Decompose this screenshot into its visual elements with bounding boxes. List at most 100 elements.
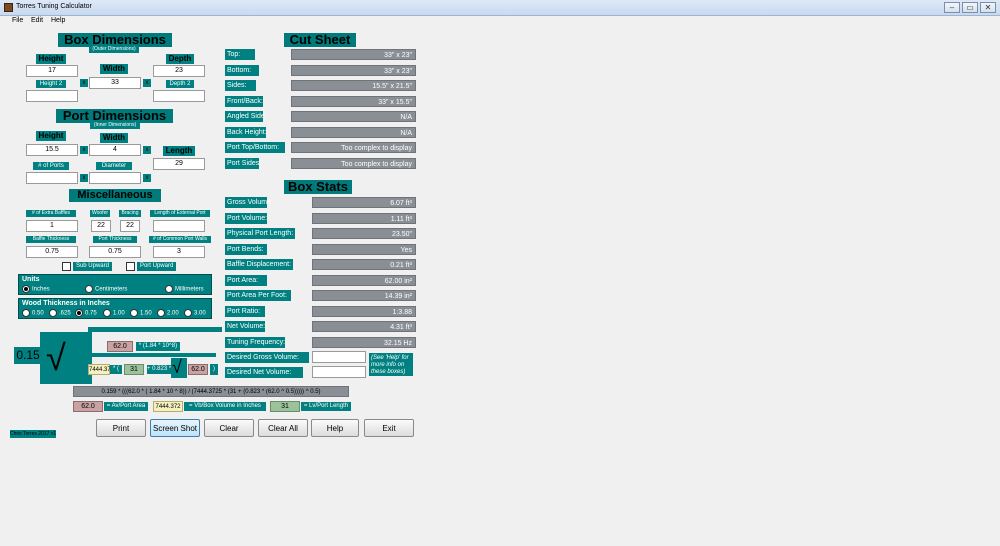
- port-thickness-input[interactable]: 0.75: [89, 246, 141, 258]
- menu-help[interactable]: Help: [51, 17, 65, 24]
- wood-300-radio[interactable]: 3.00: [184, 309, 206, 317]
- common-walls-input[interactable]: 3: [153, 246, 205, 258]
- times-icon: x: [143, 79, 151, 87]
- legend-port-length-value: 31: [270, 401, 300, 412]
- radio-icon[interactable]: [22, 285, 30, 293]
- wood-150-radio[interactable]: 1.50: [130, 309, 152, 317]
- clear-all-button[interactable]: Clear All: [258, 419, 308, 437]
- box-dimensions-subtitle: (Outer Dimensions): [89, 46, 139, 53]
- desired-net-input[interactable]: [312, 366, 366, 378]
- radio-icon[interactable]: [130, 309, 138, 317]
- bracing-input[interactable]: 22: [120, 220, 140, 232]
- radio-icon[interactable]: [184, 309, 192, 317]
- formula-fraction-bar: [92, 353, 216, 357]
- cut-sheet-label: Front/Back:: [225, 95, 263, 107]
- desired-gross-input[interactable]: [312, 351, 366, 363]
- radio-icon[interactable]: [157, 309, 165, 317]
- screenshot-button[interactable]: Screen Shot: [150, 419, 200, 437]
- legend-port-length-text: = Lv/Port Length: [301, 402, 351, 411]
- box-stats-value: 62.00 in²: [312, 274, 416, 286]
- port-height-input[interactable]: 15.5: [26, 144, 78, 156]
- port-upward-checkbox[interactable]: Port Upward: [126, 262, 177, 271]
- menu-edit[interactable]: Edit: [31, 17, 43, 24]
- close-button[interactable]: ✕: [980, 2, 996, 13]
- cut-sheet-value: 33" x 23": [291, 49, 416, 60]
- bracing-label: Bracing: [119, 210, 141, 217]
- wood-100-radio[interactable]: 1.00: [103, 309, 125, 317]
- exit-button[interactable]: Exit: [364, 419, 414, 437]
- ext-port-input[interactable]: [153, 220, 205, 232]
- baffle-thickness-input[interactable]: 0.75: [26, 246, 78, 258]
- port-length-label: Length: [163, 146, 195, 156]
- box-height2-input[interactable]: [26, 90, 78, 102]
- legend-box-volume-text: = Vb/Box Volume in Inches: [184, 402, 266, 411]
- print-button[interactable]: Print: [96, 419, 146, 437]
- minimize-button[interactable]: –: [944, 2, 960, 13]
- legend-port-area-value: 62.0: [73, 401, 103, 412]
- help-button[interactable]: Help: [311, 419, 359, 437]
- box-stats-label: Port Ratio:: [225, 305, 265, 317]
- formula-bar: [88, 327, 222, 332]
- box-height-input[interactable]: 17: [26, 65, 78, 77]
- radio-icon[interactable]: [85, 285, 93, 293]
- cut-sheet-label: Top:: [225, 49, 255, 60]
- box-stats-value: 14.39 in²: [312, 290, 416, 301]
- cut-sheet-value: Too complex to display: [291, 157, 416, 169]
- footer-credit: Chris Torres 2017 v1.1: [10, 430, 56, 438]
- port-length-input[interactable]: 29: [153, 158, 205, 170]
- checkbox-icon[interactable]: [62, 262, 71, 271]
- formula-paren: * (: [110, 365, 122, 374]
- radio-icon[interactable]: [103, 309, 111, 317]
- ext-port-label: Length of External Port: [150, 210, 210, 217]
- cut-sheet-label: Sides:: [225, 80, 256, 91]
- box-stats-label: Port Volume:: [225, 212, 268, 224]
- box-stats-value: 6.07 ft³: [312, 197, 416, 208]
- help-note: (See 'Help' for more info on these boxes…: [369, 353, 413, 376]
- box-depth2-input[interactable]: [153, 90, 205, 102]
- times-icon: x: [80, 146, 88, 154]
- clear-button[interactable]: Clear: [204, 419, 254, 437]
- formula-close-paren: ): [210, 364, 218, 375]
- port-dimensions-subtitle: (Inner Dimensions): [90, 122, 140, 129]
- units-millimeters-radio[interactable]: Millimeters: [165, 285, 204, 293]
- box-stats-title: Box Stats: [284, 180, 352, 194]
- checkbox-icon[interactable]: [126, 262, 135, 271]
- formula-coefficient: 0.15: [14, 347, 42, 364]
- radio-icon[interactable]: [165, 285, 173, 293]
- formula-port-length: 31: [124, 364, 144, 375]
- maximize-button[interactable]: ▭: [962, 2, 978, 13]
- wood-0625-radio[interactable]: .625: [49, 309, 71, 317]
- misc-title: Miscellaneous: [69, 189, 161, 202]
- box-width-label: Width: [100, 64, 128, 74]
- box-depth-input[interactable]: 23: [153, 65, 205, 77]
- box-stats-value: 23.50": [312, 228, 416, 239]
- port-width-input[interactable]: 4: [89, 144, 141, 156]
- radio-icon[interactable]: [75, 309, 83, 317]
- cut-sheet-title: Cut Sheet: [284, 33, 356, 47]
- cut-sheet-label: Bottom:: [225, 64, 259, 76]
- extra-baffles-input[interactable]: 1: [26, 220, 78, 232]
- radio-icon[interactable]: [49, 309, 57, 317]
- woofer-input[interactable]: 22: [91, 220, 111, 232]
- sub-upward-checkbox[interactable]: Sub Upward: [62, 262, 112, 271]
- units-title: Units: [22, 276, 40, 283]
- radio-icon[interactable]: [22, 309, 30, 317]
- wood-075-radio[interactable]: 0.75: [75, 309, 97, 317]
- diameter-input[interactable]: [89, 172, 141, 184]
- num-ports-label: # of Ports: [33, 162, 69, 170]
- wood-200-radio[interactable]: 2.00: [157, 309, 179, 317]
- box-width-input[interactable]: 33: [89, 77, 141, 89]
- menu-file[interactable]: File: [12, 17, 23, 24]
- units-inches-radio[interactable]: Inches: [22, 285, 50, 293]
- units-centimeters-radio[interactable]: Centimeters: [85, 285, 127, 293]
- wood-050-radio[interactable]: 0.50: [22, 309, 44, 317]
- formula-full-text: 0.159 * (((62.0 * ( 1.84 * 10 ^ 8)) / (7…: [73, 386, 349, 397]
- times-icon: x: [80, 79, 88, 87]
- baffle-thickness-label: Baffle Thickness: [26, 236, 76, 243]
- box-stats-label: Port Bends:: [225, 243, 267, 255]
- num-ports-input[interactable]: [26, 172, 78, 184]
- box-depth-label: Depth: [166, 54, 194, 64]
- port-upward-label: Port Upward: [136, 262, 177, 271]
- formula-port-area-2: 62.0: [188, 364, 208, 375]
- times-icon: x: [143, 174, 151, 182]
